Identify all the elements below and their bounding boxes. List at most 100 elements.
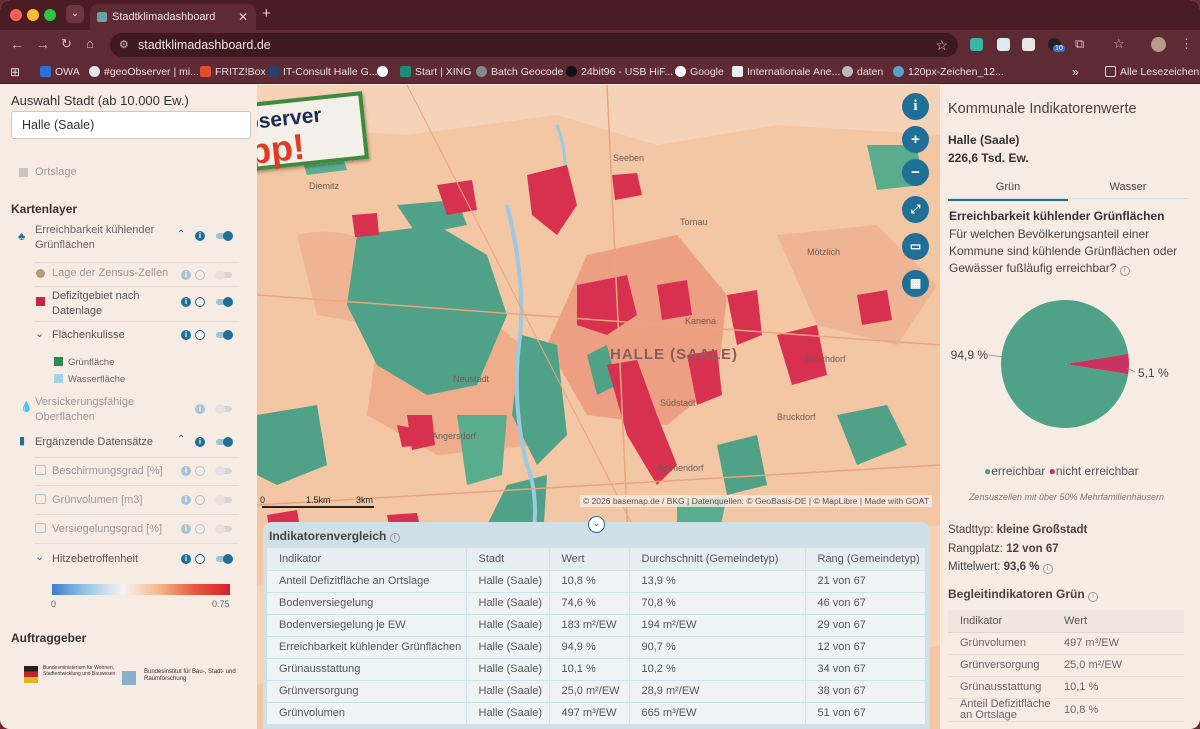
minimize-window-button[interactable] bbox=[27, 9, 39, 21]
info-icon[interactable]: i bbox=[195, 231, 205, 241]
info-icon[interactable]: i bbox=[389, 533, 400, 543]
bookmark-geoobserver[interactable]: #geoObserver | mi... bbox=[89, 60, 199, 84]
chevron-up-icon[interactable]: ⌃ bbox=[177, 229, 185, 240]
chevron-down-icon[interactable]: ⌄ bbox=[35, 550, 44, 563]
menu-kebab-icon[interactable]: ⋮ bbox=[1180, 36, 1193, 52]
extension-icon-1[interactable] bbox=[970, 38, 983, 51]
bookmark-internationale[interactable]: Internationale Ane... bbox=[732, 60, 840, 84]
table-row[interactable]: Bodenversiegelung Halle (Saale) 74,6 % 70,8… bbox=[267, 591, 926, 614]
palette-icon[interactable] bbox=[195, 466, 205, 476]
forward-icon[interactable]: → bbox=[36, 36, 50, 52]
info-icon[interactable]: i bbox=[181, 554, 191, 564]
all-bookmarks-folder[interactable]: Alle Lesezeichen bbox=[1105, 60, 1199, 84]
reload-icon[interactable]: ↻ bbox=[61, 36, 72, 52]
chevron-down-icon[interactable]: ⌄ bbox=[35, 327, 44, 340]
table-row[interactable]: Grünvolumen Halle (Saale) 497 m³/EW 665 m³/… bbox=[267, 701, 926, 724]
palette-icon[interactable] bbox=[195, 270, 205, 280]
table-row[interactable]: Anteil Defizitfläche an Ortslage Halle (S… bbox=[267, 569, 926, 592]
table-row[interactable]: Bodenversiegelung je EW Halle (Saale) 183 … bbox=[267, 613, 926, 636]
chevron-up-icon[interactable]: ⌃ bbox=[177, 434, 185, 445]
info-icon[interactable]: i bbox=[181, 270, 191, 280]
bookmark-120px[interactable]: 120px-Zeichen_12... bbox=[893, 60, 1004, 84]
bookmark-owa[interactable]: OWA bbox=[40, 60, 80, 84]
map-info-button[interactable]: i bbox=[902, 93, 929, 120]
layer-ortslage[interactable]: Ortslage bbox=[0, 165, 256, 181]
layer-toggle[interactable] bbox=[216, 297, 233, 307]
extensions-puzzle-icon[interactable]: ⧉ bbox=[1075, 36, 1084, 52]
col-indikator[interactable]: Indikator bbox=[267, 548, 467, 570]
info-icon[interactable]: i bbox=[181, 524, 191, 534]
info-icon[interactable]: i bbox=[181, 466, 191, 476]
home-icon[interactable]: ⌂ bbox=[86, 36, 94, 51]
more-bookmarks-icon[interactable]: » bbox=[1072, 60, 1079, 84]
reading-list-icon[interactable]: ☆ bbox=[1113, 36, 1125, 52]
info-icon[interactable]: i bbox=[195, 437, 205, 447]
bookmark-batchgeocode[interactable]: Batch Geocode bbox=[476, 60, 563, 84]
extension-icon-2[interactable] bbox=[997, 38, 1010, 51]
layer-toggle[interactable] bbox=[215, 466, 232, 476]
browser-tab[interactable]: Stadtklimadashboard ✕ bbox=[90, 4, 256, 30]
bookmark-google-1[interactable] bbox=[377, 60, 392, 84]
layer-toggle[interactable] bbox=[216, 437, 233, 447]
new-tab-button[interactable]: + bbox=[262, 5, 271, 22]
layer-ergaenzend[interactable]: ▮ Ergänzende Datensätze ⌃ i bbox=[0, 433, 256, 451]
layer-defizit[interactable]: Defizitgebiet nach Datenlage i bbox=[0, 287, 256, 319]
layer-toggle[interactable] bbox=[216, 554, 233, 564]
ruler-icon[interactable]: ▭ bbox=[902, 233, 929, 260]
site-info-icon[interactable]: ⚙ bbox=[119, 33, 129, 57]
maximize-window-button[interactable] bbox=[44, 9, 56, 21]
info-icon[interactable]: i bbox=[195, 404, 205, 414]
info-icon[interactable]: i bbox=[181, 330, 191, 340]
info-icon[interactable]: i bbox=[1042, 564, 1053, 574]
palette-icon[interactable] bbox=[195, 524, 205, 534]
layer-toggle[interactable] bbox=[215, 404, 232, 414]
close-window-button[interactable] bbox=[10, 9, 22, 21]
map-layers-icon[interactable]: ▦ bbox=[902, 270, 929, 297]
table-row[interactable]: Erreichbarkeit kühlender Grünflächen Hall… bbox=[267, 635, 926, 658]
palette-icon[interactable] bbox=[195, 297, 205, 307]
address-bar[interactable]: ⚙ stadtklimadashboard.de ☆ bbox=[110, 33, 958, 57]
col-stadt[interactable]: Stadt bbox=[466, 548, 550, 570]
bookmark-24bit96[interactable]: 24bit96 - USB HiF... bbox=[566, 60, 673, 84]
layer-toggle[interactable] bbox=[216, 330, 233, 340]
back-icon[interactable]: ← bbox=[10, 36, 24, 52]
fullscreen-icon[interactable]: ⤢ bbox=[902, 196, 929, 223]
layer-toggle[interactable] bbox=[216, 231, 233, 241]
zoom-out-button[interactable]: − bbox=[902, 159, 929, 186]
table-row[interactable]: Grünausstattung Halle (Saale) 10,1 % 10,2 %… bbox=[267, 657, 926, 680]
layer-toggle[interactable] bbox=[215, 270, 232, 280]
col-durchschnitt[interactable]: Durchschnitt (Gemeindetyp) bbox=[629, 548, 806, 570]
info-icon[interactable]: i bbox=[1088, 592, 1099, 602]
bookmark-google-2[interactable]: Google bbox=[675, 60, 724, 84]
layer-zensus[interactable]: Lage der Zensus-Zellen i bbox=[0, 263, 256, 285]
layer-versiegelung[interactable]: Versiegelungsgrad [%] i bbox=[0, 520, 256, 538]
info-icon[interactable]: i bbox=[181, 297, 191, 307]
info-icon[interactable]: i bbox=[1119, 266, 1130, 276]
bookmark-fritzbox[interactable]: FRITZ!Box bbox=[200, 60, 266, 84]
extension-icon-3[interactable] bbox=[1022, 38, 1035, 51]
palette-icon[interactable] bbox=[195, 554, 205, 564]
bookmark-xing[interactable]: Start | XING bbox=[400, 60, 471, 84]
layer-toggle[interactable] bbox=[215, 495, 232, 505]
palette-icon[interactable] bbox=[195, 330, 205, 340]
tab-wasser[interactable]: Wasser bbox=[1068, 181, 1188, 193]
bookmark-daten[interactable]: daten bbox=[842, 60, 883, 84]
col-rang[interactable]: Rang (Gemeindetyp) bbox=[805, 548, 926, 570]
tab-gruen[interactable]: Grün bbox=[948, 181, 1068, 201]
bookmark-star-icon[interactable]: ☆ bbox=[935, 33, 948, 57]
close-tab-icon[interactable]: ✕ bbox=[238, 4, 248, 30]
profile-avatar[interactable] bbox=[1151, 37, 1166, 52]
info-icon[interactable]: i bbox=[181, 495, 191, 505]
city-select[interactable]: Halle (Saale) bbox=[11, 111, 251, 139]
layer-versickerung[interactable]: 💧 Versickerungsfähige Oberflächen i bbox=[0, 394, 256, 426]
layer-toggle[interactable] bbox=[215, 524, 232, 534]
collapse-table-button[interactable]: ⌄ bbox=[588, 516, 605, 533]
layer-gruenvolumen[interactable]: Grünvolumen [m3] i bbox=[0, 491, 256, 509]
col-wert[interactable]: Wert bbox=[549, 548, 630, 570]
layer-erreichbarkeit[interactable]: ♣ Erreichbarkeit kühlender Grünflächen ⌃… bbox=[0, 223, 256, 255]
layer-beschirmung[interactable]: Beschirmungsgrad [%] i bbox=[0, 462, 256, 480]
apps-grid-icon[interactable]: ⊞ bbox=[10, 60, 20, 84]
layer-hitze[interactable]: ⌄ Hitzebetroffenheit i bbox=[0, 550, 256, 568]
bookmark-itconsult[interactable]: IT-Consult Halle G... bbox=[268, 60, 378, 84]
table-row[interactable]: Grünversorgung Halle (Saale) 25,0 m²/EW 28,… bbox=[267, 679, 926, 702]
